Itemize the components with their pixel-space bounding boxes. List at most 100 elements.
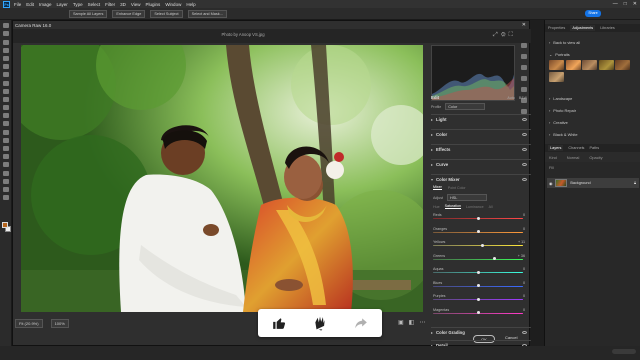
- shape-tool-icon[interactable]: [2, 170, 9, 176]
- healing-tool-icon[interactable]: [2, 80, 9, 86]
- preset-thumb[interactable]: [598, 60, 614, 70]
- profile-select[interactable]: Color: [445, 103, 486, 110]
- menu-view[interactable]: View: [131, 2, 141, 7]
- menu-filter[interactable]: Filter: [105, 2, 115, 7]
- settings-gear-icon[interactable]: ⚙: [501, 32, 509, 38]
- section-curve[interactable]: Curve: [431, 162, 531, 167]
- frame-tool-icon[interactable]: [2, 64, 9, 70]
- menu-layer[interactable]: Layer: [57, 2, 68, 7]
- slider-value[interactable]: + 11: [518, 240, 525, 244]
- foreground-color-swatch[interactable]: [2, 222, 8, 228]
- portraits-group[interactable]: ⌄ Portraits: [549, 52, 570, 57]
- tab-paths[interactable]: Paths: [589, 146, 599, 150]
- photo-repair-group[interactable]: › Photo Repair: [549, 108, 576, 113]
- eyedropper-tool-icon[interactable]: [2, 72, 9, 78]
- stamp-tool-icon[interactable]: [2, 96, 9, 102]
- slider-knob[interactable]: [476, 270, 480, 274]
- tab-point-color[interactable]: Point Color: [448, 186, 466, 190]
- blur-tool-icon[interactable]: [2, 129, 9, 135]
- slider-value[interactable]: 0: [523, 267, 525, 271]
- tab-all[interactable]: All: [489, 205, 493, 209]
- tab-mixer[interactable]: Mixer: [433, 185, 442, 190]
- slider-knob[interactable]: [476, 284, 480, 288]
- menu-3d[interactable]: 3D: [120, 2, 126, 7]
- marquee-tool-icon[interactable]: [2, 31, 9, 37]
- tab-saturation[interactable]: Saturation: [444, 204, 461, 209]
- menu-type[interactable]: Type: [73, 2, 83, 7]
- menu-window[interactable]: Window: [165, 2, 181, 7]
- share-button[interactable]: Share: [585, 10, 601, 17]
- auto-button[interactable]: Auto: [507, 96, 514, 100]
- slider-value[interactable]: 0: [523, 294, 525, 298]
- section-light[interactable]: Light: [431, 117, 531, 122]
- zoom-tool-icon[interactable]: [2, 186, 9, 192]
- dialog-close-icon[interactable]: ✕: [522, 22, 526, 28]
- type-tool-icon[interactable]: [2, 154, 9, 160]
- kind-filter[interactable]: Kind: [549, 155, 557, 160]
- crop-tool-icon[interactable]: [2, 55, 9, 61]
- menu-file[interactable]: File: [14, 2, 21, 7]
- slider-knob[interactable]: [476, 297, 480, 301]
- minimize-button[interactable]: —: [613, 1, 618, 7]
- hand-tool-icon[interactable]: [2, 178, 9, 184]
- enhance-edge-checkbox[interactable]: Enhance Edge: [112, 9, 146, 18]
- section-effects[interactable]: Effects: [431, 147, 531, 152]
- preset-thumb[interactable]: [549, 60, 564, 70]
- section-color-grading[interactable]: Color Grading: [431, 330, 531, 335]
- back-link[interactable]: ‹ Back to view all: [549, 40, 580, 45]
- zoom-level-select[interactable]: Fit (20.9%): [15, 319, 43, 328]
- slider-value[interactable]: 0: [523, 213, 525, 217]
- maximize-button[interactable]: □: [624, 1, 627, 7]
- slider-reds[interactable]: Reds 0: [433, 213, 529, 220]
- section-color[interactable]: Color: [431, 132, 531, 137]
- preset-thumb[interactable]: [565, 60, 581, 70]
- open-image-icon[interactable]: ⤢: [493, 32, 501, 38]
- preset-thumb[interactable]: [549, 71, 564, 82]
- slider-greens[interactable]: Greens + 36: [433, 254, 529, 261]
- brush-tool-icon[interactable]: [2, 88, 9, 94]
- redeye-icon[interactable]: [521, 87, 527, 92]
- slider-value[interactable]: 0: [523, 227, 525, 231]
- slider-magentas[interactable]: Magentas 0: [433, 308, 529, 315]
- fullscreen-icon[interactable]: ⛶: [509, 32, 516, 38]
- bw-button[interactable]: B&W: [519, 96, 527, 100]
- photo-preview[interactable]: [21, 45, 423, 312]
- quick-select-tool-icon[interactable]: [2, 47, 9, 53]
- move-tool-icon[interactable]: [2, 23, 9, 29]
- black-white-group[interactable]: › Black & White: [549, 132, 578, 137]
- zoom-percent-select[interactable]: 100%: [50, 319, 69, 328]
- select-subject-button[interactable]: Select Subject: [150, 9, 183, 18]
- eraser-tool-icon[interactable]: [2, 113, 9, 119]
- landscape-group[interactable]: › Landscape: [549, 96, 572, 101]
- eye-icon[interactable]: [522, 133, 527, 136]
- slider-value[interactable]: + 36: [518, 254, 525, 258]
- toggle-view-icon[interactable]: ◧: [409, 319, 415, 326]
- history-brush-icon[interactable]: [2, 105, 9, 111]
- creative-group[interactable]: › Creative: [549, 120, 568, 125]
- slider-yellows[interactable]: Yellows + 11: [433, 240, 529, 247]
- slider-blues[interactable]: Blues 0: [433, 281, 529, 288]
- tab-luminance[interactable]: Luminance: [466, 205, 484, 209]
- preset-thumb[interactable]: [582, 60, 597, 70]
- slider-knob[interactable]: [492, 257, 496, 261]
- zoom-slider[interactable]: [612, 349, 636, 354]
- tab-hue[interactable]: Hue: [433, 205, 440, 209]
- slider-oranges[interactable]: Oranges 0: [433, 227, 529, 234]
- heal-icon[interactable]: [521, 65, 527, 70]
- close-button[interactable]: ✕: [633, 1, 637, 7]
- visibility-eye-icon[interactable]: ◉: [549, 181, 552, 186]
- tab-channels[interactable]: Channels: [568, 146, 584, 150]
- before-after-icon[interactable]: ▣: [398, 319, 404, 326]
- adjust-select[interactable]: HSL: [447, 194, 487, 201]
- crop-icon[interactable]: [521, 54, 527, 59]
- thumbs-up-icon[interactable]: [272, 316, 286, 330]
- tab-libraries[interactable]: Libraries: [600, 26, 615, 30]
- tab-adjustments[interactable]: Adjustments: [570, 25, 596, 31]
- menu-plugins[interactable]: Plugins: [146, 2, 161, 7]
- preset-thumb[interactable]: [615, 60, 630, 70]
- menu-help[interactable]: Help: [186, 2, 195, 7]
- slider-value[interactable]: 0: [523, 308, 525, 312]
- slider-track[interactable]: [433, 258, 523, 260]
- gradient-tool-icon[interactable]: [2, 121, 9, 127]
- mask-icon[interactable]: [521, 76, 527, 81]
